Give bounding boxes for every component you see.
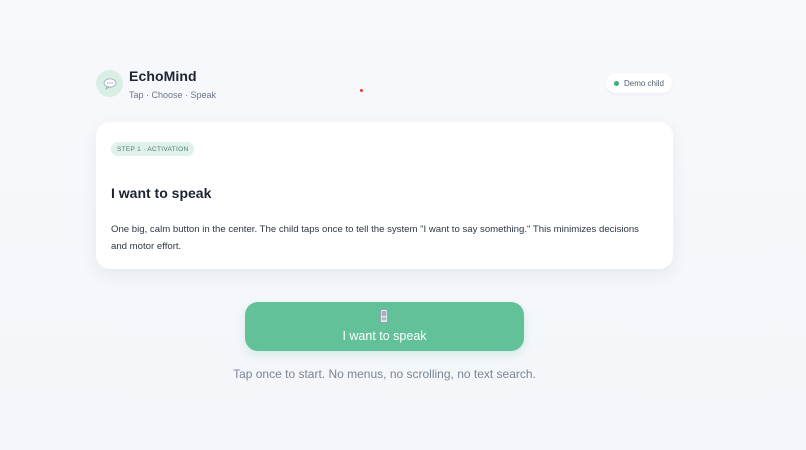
app-page: EchoMind Tap · Choose · Speak Demo child… [0,0,806,450]
phone-icon [379,309,389,326]
status-dot-icon [613,80,619,86]
i-want-to-speak-button[interactable]: I want to speak [245,302,524,351]
app-header: EchoMind Tap · Choose · Speak Demo child [96,68,674,104]
app-title: EchoMind [129,68,197,84]
card-description: One big, calm button in the center. The … [111,224,639,252]
speak-button-label: I want to speak [342,329,427,343]
app-subtitle: Tap · Choose · Speak [129,90,217,100]
card-title: I want to speak [111,185,212,201]
speech-bubble-icon [96,70,123,97]
step-badge: STEP 1 · ACTIVATION [111,142,195,156]
demo-child-label: Demo child [623,78,664,88]
step-card: STEP 1 · ACTIVATION I want to speak One … [96,122,673,269]
indicator-dot [360,89,363,92]
hint-text: Tap once to start. No menus, no scrollin… [233,367,536,381]
demo-child-badge[interactable]: Demo child [605,73,672,93]
